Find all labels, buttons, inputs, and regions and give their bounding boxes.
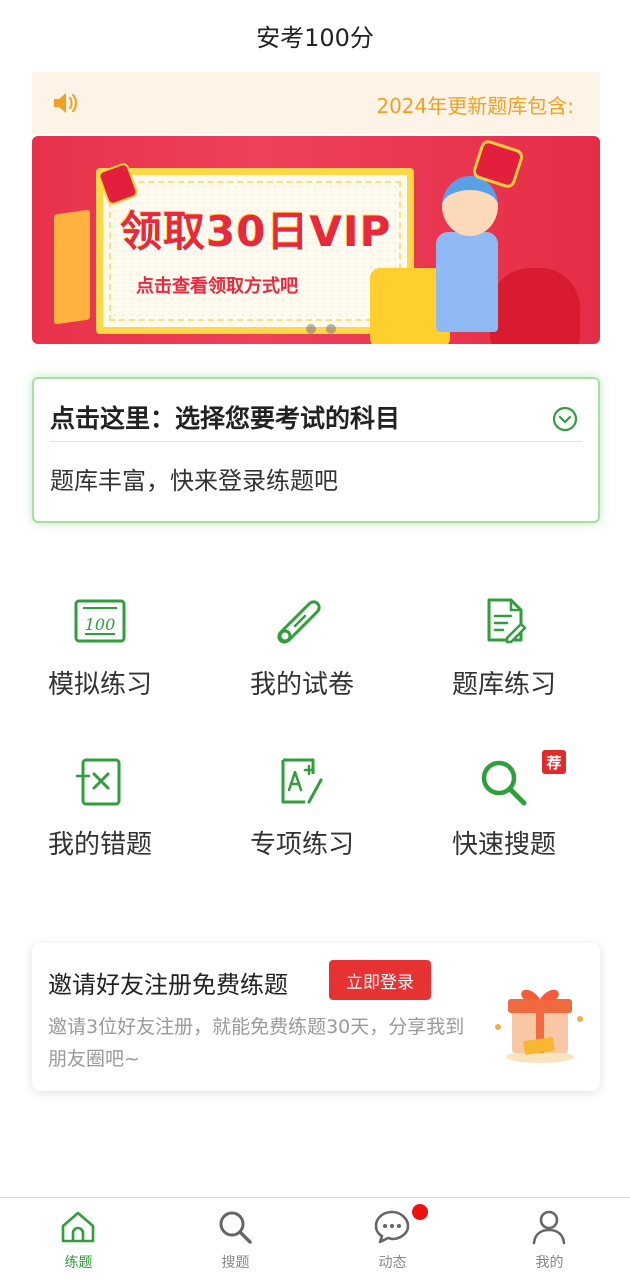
- page-title: 安考100分: [256, 23, 374, 52]
- mascot-body: [436, 232, 498, 332]
- feature-question-bank[interactable]: 题库练习: [414, 590, 594, 720]
- tab-feed[interactable]: 动态: [314, 1198, 471, 1280]
- subject-selector-card[interactable]: 点击这里：选择您要考试的科目 题库丰富，快来登录练题吧: [32, 377, 600, 523]
- document-edit-icon: [487, 598, 527, 644]
- feature-label: 专项练习: [249, 830, 354, 860]
- tab-practice[interactable]: 练题: [0, 1198, 157, 1280]
- banner-headline: 领取30日VIP: [120, 207, 392, 256]
- grade-a-plus-icon: [281, 758, 323, 804]
- chat-bubble-icon: [374, 1210, 410, 1244]
- feature-wrong-answers[interactable]: 我的错题: [10, 750, 190, 880]
- notice-bar[interactable]: 2024年更新题库包含:: [32, 72, 600, 134]
- wrong-answer-icon: [75, 758, 121, 806]
- user-icon: [532, 1210, 566, 1245]
- invite-description: 邀请3位好友注册，就能免费练题30天，分享我到朋友圈吧~: [48, 1016, 465, 1070]
- feature-label: 我的试卷: [249, 670, 354, 700]
- feature-label: 题库练习: [451, 670, 556, 700]
- page-dot[interactable]: [306, 324, 316, 334]
- notice-text: 2024年更新题库包含:: [376, 94, 574, 118]
- tab-label: 练题: [64, 1255, 93, 1271]
- login-button[interactable]: 立即登录: [329, 960, 431, 1000]
- score-100-icon: 100: [74, 599, 126, 643]
- mascot-head: [442, 176, 498, 236]
- home-icon: [61, 1211, 95, 1243]
- tab-label: 我的: [535, 1255, 564, 1271]
- svg-text:100: 100: [85, 615, 116, 634]
- page-dot[interactable]: [326, 324, 336, 334]
- invite-title: 邀请好友注册免费练题: [48, 971, 288, 999]
- banner-page-indicator: [306, 324, 336, 334]
- tab-profile[interactable]: 我的: [471, 1198, 628, 1280]
- recommend-badge: 荐: [542, 750, 566, 774]
- coin-bag-decoration: [490, 268, 580, 344]
- tab-label: 搜题: [221, 1255, 250, 1271]
- subject-selector-heading: 点击这里：选择您要考试的科目: [50, 404, 401, 433]
- tab-search[interactable]: 搜题: [157, 1198, 314, 1280]
- speaker-icon: [54, 93, 77, 113]
- search-icon: [219, 1211, 252, 1244]
- gift-box-icon: [495, 989, 583, 1063]
- feature-quick-search[interactable]: 荐 快速搜题: [414, 750, 594, 880]
- gift-box-decoration: [54, 209, 90, 325]
- promo-banner[interactable]: 领取30日VIP 点击查看领取方式吧: [32, 136, 600, 344]
- notification-dot: [412, 1204, 428, 1220]
- chevron-down-circle-icon[interactable]: [552, 406, 578, 432]
- tab-label: 动态: [378, 1255, 407, 1271]
- scroll-diploma-icon: [277, 600, 321, 644]
- feature-topic-practice[interactable]: 专项练习: [212, 750, 392, 880]
- search-icon: [481, 760, 527, 806]
- invite-card[interactable]: 邀请好友注册免费练题 立即登录 邀请3位好友注册，就能免费练题30天，分享我到朋…: [32, 943, 600, 1091]
- feature-label: 模拟练习: [47, 670, 152, 700]
- title-bar: 安考100分: [0, 0, 630, 70]
- divider: [50, 441, 582, 442]
- banner-subtitle: 点击查看领取方式吧: [136, 276, 298, 297]
- feature-label: 快速搜题: [451, 830, 556, 860]
- subject-selector-description: 题库丰富，快来登录练题吧: [50, 467, 338, 495]
- feature-label: 我的错题: [47, 830, 152, 860]
- bottom-tab-bar: 练题 搜题 动态 我的: [0, 1197, 630, 1280]
- feature-mock-exam[interactable]: 100 模拟练习: [10, 590, 190, 720]
- feature-my-papers[interactable]: 我的试卷: [212, 590, 392, 720]
